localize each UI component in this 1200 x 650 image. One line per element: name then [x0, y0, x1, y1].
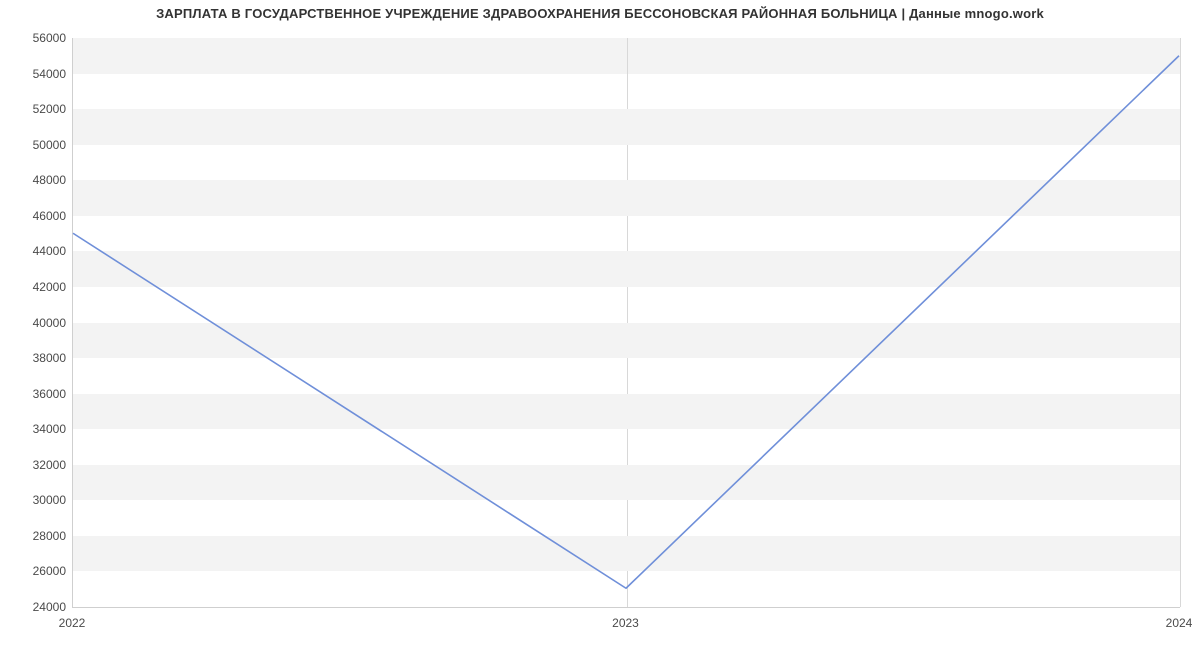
y-tick-label: 32000 — [18, 458, 66, 472]
y-tick-label: 52000 — [18, 102, 66, 116]
y-tick-label: 44000 — [18, 244, 66, 258]
y-tick-label: 36000 — [18, 387, 66, 401]
y-tick-label: 24000 — [18, 600, 66, 614]
plot-area — [72, 38, 1180, 608]
y-tick-label: 26000 — [18, 564, 66, 578]
y-tick-label: 42000 — [18, 280, 66, 294]
y-tick-label: 56000 — [18, 31, 66, 45]
grid-vline — [1180, 38, 1181, 607]
y-tick-label: 54000 — [18, 67, 66, 81]
y-tick-label: 38000 — [18, 351, 66, 365]
y-tick-label: 40000 — [18, 316, 66, 330]
y-tick-label: 46000 — [18, 209, 66, 223]
x-tick-label: 2024 — [1166, 616, 1193, 630]
y-tick-label: 28000 — [18, 529, 66, 543]
y-tick-label: 50000 — [18, 138, 66, 152]
y-tick-label: 34000 — [18, 422, 66, 436]
x-tick-label: 2023 — [612, 616, 639, 630]
x-tick-label: 2022 — [59, 616, 86, 630]
chart-container: ЗАРПЛАТА В ГОСУДАРСТВЕННОЕ УЧРЕЖДЕНИЕ ЗД… — [0, 0, 1200, 650]
chart-title: ЗАРПЛАТА В ГОСУДАРСТВЕННОЕ УЧРЕЖДЕНИЕ ЗД… — [0, 6, 1200, 21]
y-tick-label: 30000 — [18, 493, 66, 507]
line-series — [73, 38, 1180, 607]
y-tick-label: 48000 — [18, 173, 66, 187]
series-path — [73, 56, 1179, 589]
